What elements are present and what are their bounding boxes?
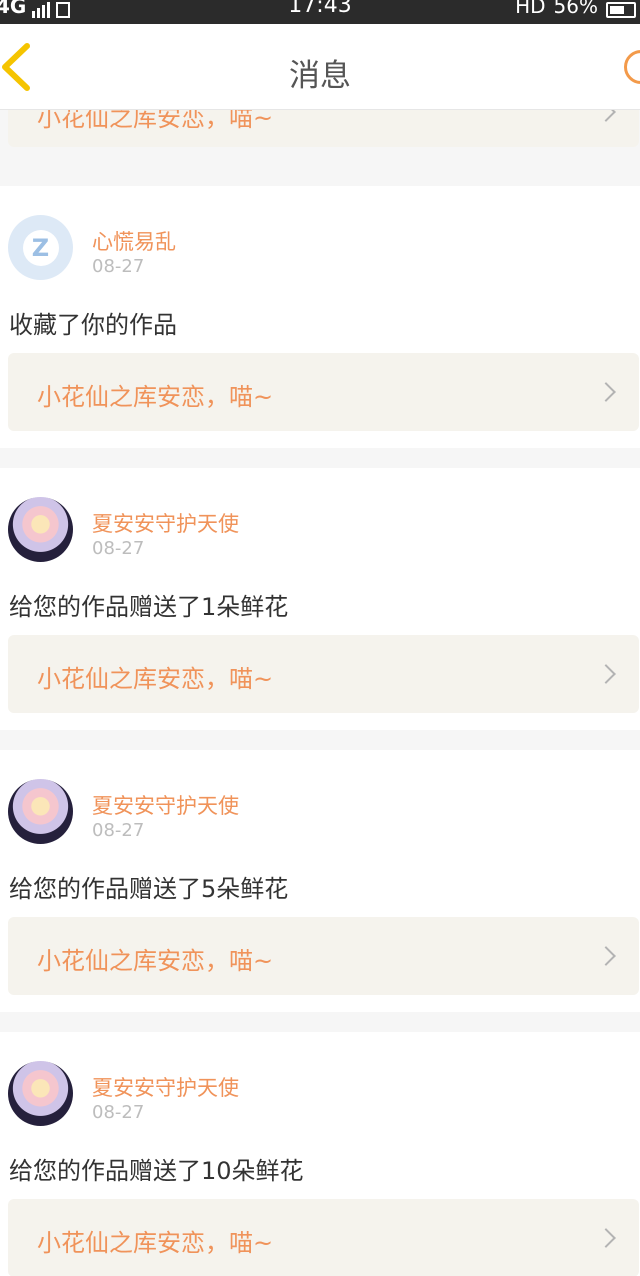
chevron-right-icon [596, 1228, 616, 1248]
message-date: 08-27 [92, 538, 145, 559]
message-list: 小花仙之库安恋，喵~ Z 心慌易乱 08-27 收藏了你的作品 小花仙之库安恋，… [0, 110, 640, 1276]
battery-level: 56% [553, 0, 598, 18]
work-title: 小花仙之库安恋，喵~ [37, 1229, 274, 1257]
work-title: 小花仙之库安恋，喵~ [37, 947, 274, 975]
message-date: 08-27 [92, 1102, 145, 1123]
work-card[interactable]: 小花仙之库安恋，喵~ [8, 917, 639, 995]
work-title: 小花仙之库安恋，喵~ [37, 665, 274, 693]
work-card[interactable]: 小花仙之库安恋，喵~ [8, 1199, 639, 1276]
nav-bar: 消息 [0, 24, 640, 110]
work-title: 小花仙之库安恋，喵~ [37, 110, 274, 132]
sender-name[interactable]: 心慌易乱 [92, 226, 176, 256]
status-right: HD 56% [515, 0, 636, 18]
chevron-right-icon [596, 946, 616, 966]
sender-name[interactable]: 夏安安守护天使 [92, 508, 239, 538]
work-card[interactable]: 小花仙之库安恋，喵~ [8, 635, 639, 713]
chevron-right-icon [596, 110, 616, 122]
work-title: 小花仙之库安恋，喵~ [37, 383, 274, 411]
chevron-right-icon [596, 382, 616, 402]
sender-name[interactable]: 夏安安守护天使 [92, 790, 239, 820]
message-date: 08-27 [92, 256, 145, 277]
work-card[interactable]: 小花仙之库安恋，喵~ [8, 353, 639, 431]
page-title: 消息 [289, 58, 351, 94]
work-card[interactable]: 小花仙之库安恋，喵~ [8, 110, 639, 147]
sender-name[interactable]: 夏安安守护天使 [92, 1072, 239, 1102]
status-bar: 4G 17:43 HD 56% [0, 0, 640, 24]
chevron-right-icon [596, 664, 616, 684]
message-item: 夏安安守护天使 08-27 给您的作品赠送了10朵鲜花 小花仙之库安恋，喵~ [0, 1032, 640, 1276]
avatar[interactable] [8, 779, 73, 844]
qzone-icon: Z [22, 229, 59, 266]
avatar[interactable] [8, 497, 73, 562]
message-date: 08-27 [92, 820, 145, 841]
message-text: 给您的作品赠送了10朵鲜花 [9, 1157, 304, 1185]
message-item: 夏安安守护天使 08-27 给您的作品赠送了5朵鲜花 小花仙之库安恋，喵~ [0, 750, 640, 1012]
message-text: 给您的作品赠送了1朵鲜花 [9, 593, 289, 621]
message-text: 收藏了你的作品 [9, 311, 177, 339]
battery-icon [606, 2, 636, 18]
avatar[interactable] [8, 1061, 73, 1126]
message-text: 给您的作品赠送了5朵鲜花 [9, 875, 289, 903]
avatar[interactable]: Z [8, 215, 73, 280]
message-item: 夏安安守护天使 08-27 给您的作品赠送了1朵鲜花 小花仙之库安恋，喵~ [0, 468, 640, 730]
hd-indicator: HD [515, 0, 546, 18]
message-item: Z 心慌易乱 08-27 收藏了你的作品 小花仙之库安恋，喵~ [0, 186, 640, 448]
